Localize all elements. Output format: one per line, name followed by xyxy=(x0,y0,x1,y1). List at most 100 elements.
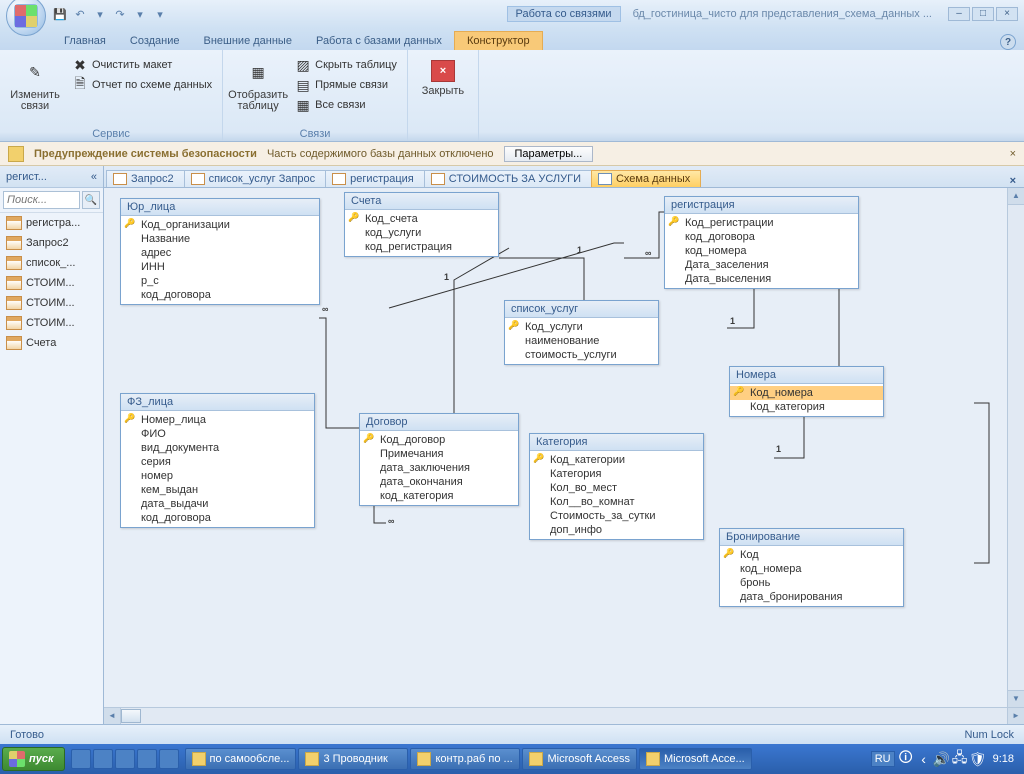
table-yur-litsa[interactable]: Юр_лица Код_организации Название адрес И… xyxy=(120,198,320,305)
chevron-icon[interactable] xyxy=(159,749,179,769)
doc-tab[interactable]: список_услуг Запрос xyxy=(184,170,327,187)
redo-icon[interactable]: ↷ xyxy=(112,6,128,22)
table-field[interactable]: бронь xyxy=(720,576,903,590)
nav-item[interactable]: регистра... xyxy=(0,213,103,233)
table-field[interactable]: Дата_заселения xyxy=(665,258,858,272)
edit-relationships-button[interactable]: ✎ Изменить связи xyxy=(6,52,64,112)
table-field[interactable]: Код_счета xyxy=(345,212,498,226)
table-field[interactable]: вид_документа xyxy=(121,441,314,455)
table-kategoriya[interactable]: Категория Код_категории Категория Кол_во… xyxy=(529,433,704,540)
table-field[interactable]: Код_услуги xyxy=(505,320,658,334)
tray-icon[interactable]: 🛈 xyxy=(899,752,913,766)
vertical-scrollbar[interactable] xyxy=(1007,188,1024,707)
search-icon[interactable]: 🔍 xyxy=(82,191,100,209)
taskbar-item-active[interactable]: Microsoft Acce... xyxy=(639,748,752,770)
table-field[interactable]: код_услуги xyxy=(345,226,498,240)
table-field[interactable]: дата_бронирования xyxy=(720,590,903,604)
table-field-selected[interactable]: Код_номера xyxy=(730,386,883,400)
help-button[interactable]: ? xyxy=(1000,34,1016,50)
start-button[interactable]: пуск xyxy=(2,747,65,771)
table-field[interactable]: код_категория xyxy=(360,489,518,503)
table-field[interactable]: дата_выдачи xyxy=(121,497,314,511)
direct-relations-button[interactable]: ▤Прямые связи xyxy=(291,76,401,94)
table-spisok-uslug[interactable]: список_услуг Код_услуги наименование сто… xyxy=(504,300,659,365)
table-field[interactable]: Номер_лица xyxy=(121,413,314,427)
tray-icon[interactable]: ‹ xyxy=(917,752,931,766)
taskbar-item[interactable]: 3 Проводник xyxy=(298,748,408,770)
show-table-button[interactable]: ▦ Отобразить таблицу xyxy=(229,52,287,112)
all-relations-button[interactable]: ▦Все связи xyxy=(291,96,401,114)
doc-tab[interactable]: СТОИМОСТЬ ЗА УСЛУГИ xyxy=(424,170,592,187)
doc-close-button[interactable]: × xyxy=(1002,175,1024,187)
taskbar-item[interactable]: контр.раб по ... xyxy=(410,748,520,770)
app-icon[interactable] xyxy=(137,749,157,769)
clear-layout-button[interactable]: ✖Очистить макет xyxy=(68,56,216,74)
tray-icon[interactable]: 🛡 xyxy=(971,752,985,766)
table-field[interactable]: код_договора xyxy=(121,511,314,525)
nav-item[interactable]: Счета xyxy=(0,333,103,353)
table-registratsiya[interactable]: регистрация Код_регистрации код_договора… xyxy=(664,196,859,289)
security-options-button[interactable]: Параметры... xyxy=(504,146,594,162)
qat-dropdown-icon[interactable]: ▾ xyxy=(92,6,108,22)
table-nomera[interactable]: Номера Код_номера Код_категория xyxy=(729,366,884,417)
table-field[interactable]: Дата_выселения xyxy=(665,272,858,286)
table-field[interactable]: Название xyxy=(121,232,319,246)
table-field[interactable]: Код_регистрации xyxy=(665,216,858,230)
hide-table-button[interactable]: ▨Скрыть таблицу xyxy=(291,56,401,74)
nav-item[interactable]: СТОИМ... xyxy=(0,313,103,333)
nav-item[interactable]: СТОИМ... xyxy=(0,293,103,313)
save-icon[interactable]: 💾 xyxy=(52,6,68,22)
table-scheta[interactable]: Счета Код_счета код_услуги код_регистрац… xyxy=(344,192,499,257)
table-dogovor[interactable]: Договор Код_договор Примечания дата_закл… xyxy=(359,413,519,506)
table-field[interactable]: Код xyxy=(720,548,903,562)
table-field[interactable]: Кол__во_комнат xyxy=(530,495,703,509)
nav-item[interactable]: СТОИМ... xyxy=(0,273,103,293)
minimize-button[interactable]: – xyxy=(948,7,970,21)
table-field[interactable]: ФИО xyxy=(121,427,314,441)
table-field[interactable]: код_договора xyxy=(121,288,319,302)
tray-icon[interactable]: 🖧 xyxy=(953,752,967,766)
ribbon-tab-external[interactable]: Внешние данные xyxy=(192,32,304,50)
doc-tab[interactable]: регистрация xyxy=(325,170,425,187)
table-field[interactable]: кем_выдан xyxy=(121,483,314,497)
table-field[interactable]: код_номера xyxy=(665,244,858,258)
table-field[interactable]: доп_инфо xyxy=(530,523,703,537)
table-field[interactable]: дата_окончания xyxy=(360,475,518,489)
table-field[interactable]: дата_заключения xyxy=(360,461,518,475)
table-field[interactable]: наименование xyxy=(505,334,658,348)
qat-customize-icon[interactable]: ▾ xyxy=(152,6,168,22)
desktop-icon[interactable] xyxy=(93,749,113,769)
ribbon-tab-designer[interactable]: Конструктор xyxy=(454,31,543,50)
ribbon-tab-home[interactable]: Главная xyxy=(52,32,118,50)
nav-search-input[interactable] xyxy=(3,191,80,209)
horizontal-scrollbar[interactable] xyxy=(104,707,1024,724)
relationships-canvas[interactable]: ∞ 1 ∞ 1 ∞ 1 ∞ 1 ∞ 1 1 ∞ ∞ 1 ∞ Юр_лица Ко… xyxy=(104,188,1024,707)
table-bronirovanie[interactable]: Бронирование Код код_номера бронь дата_б… xyxy=(719,528,904,607)
table-field[interactable]: Код_организации xyxy=(121,218,319,232)
table-field[interactable]: адрес xyxy=(121,246,319,260)
qat-dropdown-icon[interactable]: ▾ xyxy=(132,6,148,22)
table-field[interactable]: Кол_во_мест xyxy=(530,481,703,495)
ribbon-tab-dbtools[interactable]: Работа с базами данных xyxy=(304,32,454,50)
language-indicator[interactable]: RU xyxy=(871,751,895,767)
security-close-button[interactable]: × xyxy=(1010,148,1016,160)
restore-button[interactable]: □ xyxy=(972,7,994,21)
doc-tab[interactable]: Запрос2 xyxy=(106,170,185,187)
scroll-thumb[interactable] xyxy=(121,709,141,723)
table-field[interactable]: номер xyxy=(121,469,314,483)
table-field[interactable]: стоимость_услуги xyxy=(505,348,658,362)
table-field[interactable]: Стоимость_за_сутки xyxy=(530,509,703,523)
table-field[interactable]: Примечания xyxy=(360,447,518,461)
taskbar-item[interactable]: по самообсле... xyxy=(185,748,297,770)
table-field[interactable]: Категория xyxy=(530,467,703,481)
table-field[interactable]: код_регистрация xyxy=(345,240,498,254)
table-field[interactable]: код_договора xyxy=(665,230,858,244)
table-field[interactable]: Код_категории xyxy=(530,453,703,467)
table-field[interactable]: р_с xyxy=(121,274,319,288)
close-designer-button[interactable]: × Закрыть xyxy=(414,52,472,97)
close-button[interactable]: × xyxy=(996,7,1018,21)
relationship-report-button[interactable]: 🗎Отчет по схеме данных xyxy=(68,76,216,94)
table-field[interactable]: Код_категория xyxy=(730,400,883,414)
table-field[interactable]: серия xyxy=(121,455,314,469)
table-field[interactable]: код_номера xyxy=(720,562,903,576)
